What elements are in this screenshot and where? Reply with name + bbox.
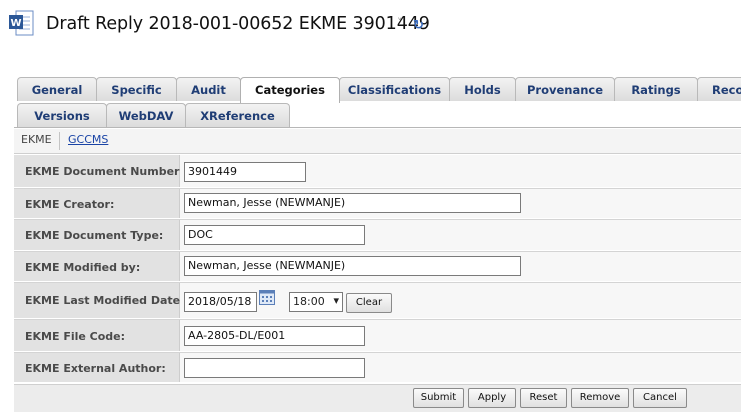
chevron-down-icon[interactable]: ˅	[397, 16, 403, 29]
page-header: W Draft Reply 2018-001-00652 EKME 390144…	[0, 0, 741, 60]
cancel-button[interactable]: Cancel	[633, 388, 687, 408]
time-select-value: 18:00	[293, 295, 325, 308]
document-number-input[interactable]: 3901449	[184, 162, 306, 182]
file-code-label: EKME File Code:	[25, 330, 126, 343]
creator-input[interactable]: Newman, Jesse (NEWMANJE)	[184, 193, 521, 213]
label-cell: EKME Modified by:	[14, 252, 180, 281]
row-external-author: EKME External Author:	[14, 353, 741, 383]
external-author-input[interactable]	[184, 358, 365, 378]
tab-categories[interactable]: Categories	[240, 77, 340, 103]
clear-date-button[interactable]: Clear	[346, 293, 392, 313]
subtab-bar: EKME GCCMS	[14, 129, 741, 154]
label-cell: EKME File Code:	[14, 320, 180, 351]
label-cell: EKME Last Modified Date:	[14, 283, 185, 318]
document-type-input[interactable]: DOC	[184, 225, 365, 245]
external-author-label: EKME External Author:	[25, 362, 166, 375]
subtab-ekme[interactable]: EKME	[21, 133, 52, 146]
tab-records[interactable]: Reco	[697, 77, 741, 101]
row-document-type: EKME Document Type: DOC	[14, 220, 741, 251]
tab-holds[interactable]: Holds	[449, 77, 516, 101]
value-cell: 2018/05/18 18:00 ▾ Clear	[180, 283, 741, 318]
row-document-number: EKME Document Number: 3901449	[14, 155, 741, 188]
remove-button[interactable]: Remove	[571, 388, 629, 408]
tab-row-1: General Specific Audit Categories Classi…	[0, 77, 741, 103]
row-modified-by: EKME Modified by: Newman, Jesse (NEWMANJ…	[14, 252, 741, 282]
tab-audit[interactable]: Audit	[176, 77, 241, 101]
word-document-icon: W	[9, 10, 34, 36]
tab-ratings[interactable]: Ratings	[614, 77, 698, 101]
calendar-icon[interactable]	[259, 290, 275, 305]
chevron-down-icon: ▾	[333, 294, 339, 307]
document-number-label: EKME Document Number:	[25, 165, 184, 178]
creator-label: EKME Creator:	[25, 198, 115, 211]
label-cell: EKME Creator:	[14, 189, 180, 218]
tab-xreference[interactable]: XReference	[185, 103, 290, 127]
tab-divider	[14, 127, 741, 128]
document-type-label: EKME Document Type:	[25, 229, 164, 242]
refresh-icon[interactable]: ↻	[413, 18, 424, 33]
file-code-input[interactable]: AA-2805-DL/E001	[184, 326, 365, 346]
value-cell	[180, 353, 741, 382]
last-modified-date-input[interactable]: 2018/05/18	[184, 292, 257, 312]
value-cell: Newman, Jesse (NEWMANJE)	[180, 189, 741, 218]
svg-text:W: W	[10, 18, 21, 29]
label-cell: EKME Document Number:	[14, 155, 184, 187]
value-cell: DOC	[180, 220, 741, 250]
last-modified-date-label: EKME Last Modified Date:	[25, 294, 185, 307]
page-title: Draft Reply 2018-001-00652 EKME 3901449	[46, 14, 430, 34]
row-file-code: EKME File Code: AA-2805-DL/E001	[14, 320, 741, 352]
apply-button[interactable]: Apply	[468, 388, 516, 408]
row-creator: EKME Creator: Newman, Jesse (NEWMANJE)	[14, 189, 741, 219]
subtab-separator	[59, 132, 60, 150]
tab-specific[interactable]: Specific	[96, 77, 177, 101]
label-cell: EKME External Author:	[14, 353, 180, 382]
tab-webdav[interactable]: WebDAV	[106, 103, 186, 127]
reset-button[interactable]: Reset	[520, 388, 567, 408]
value-cell: AA-2805-DL/E001	[180, 320, 741, 351]
modified-by-input[interactable]: Newman, Jesse (NEWMANJE)	[184, 256, 521, 276]
tab-provenance[interactable]: Provenance	[515, 77, 615, 101]
modified-by-label: EKME Modified by:	[25, 261, 141, 274]
value-cell: Newman, Jesse (NEWMANJE)	[180, 252, 741, 281]
value-cell: 3901449	[180, 155, 741, 187]
tab-general[interactable]: General	[17, 77, 97, 101]
row-last-modified-date: EKME Last Modified Date: 2018/05/18 18:0…	[14, 283, 741, 319]
tab-versions[interactable]: Versions	[17, 103, 107, 127]
time-select[interactable]: 18:00 ▾	[289, 292, 343, 312]
tab-classifications[interactable]: Classifications	[339, 77, 450, 101]
tab-row-2: Versions WebDAV XReference	[0, 103, 741, 128]
subtab-gccms-link[interactable]: GCCMS	[68, 133, 108, 146]
form-button-bar: Submit Apply Reset Remove Cancel	[14, 384, 741, 412]
label-cell: EKME Document Type:	[14, 220, 180, 250]
submit-button[interactable]: Submit	[413, 388, 464, 408]
